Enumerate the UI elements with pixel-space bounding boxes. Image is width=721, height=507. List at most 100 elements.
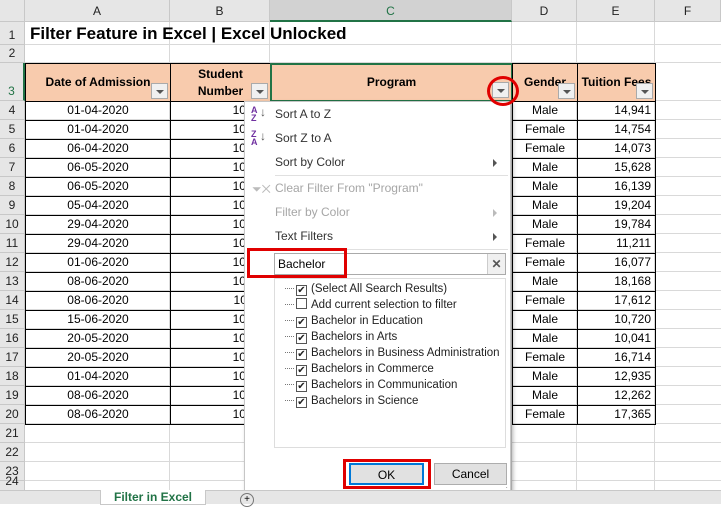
clear-search-icon[interactable]: ✕: [487, 254, 505, 274]
row-header-9[interactable]: 9: [0, 196, 25, 215]
row-header-2[interactable]: 2: [0, 45, 25, 63]
filter-item-label: (Select All Search Results): [311, 283, 448, 295]
cancel-button[interactable]: Cancel: [434, 463, 507, 485]
row-header-14[interactable]: 14: [0, 291, 25, 310]
sort-z-to-a[interactable]: Sort Z to A: [275, 127, 505, 149]
row-header-21[interactable]: 21: [0, 424, 25, 443]
table-cell: Male: [512, 310, 578, 330]
table-cell: 01-06-2020: [25, 253, 171, 273]
filter-list-item[interactable]: Add current selection to filter: [285, 297, 457, 313]
select-all-corner[interactable]: [0, 0, 25, 22]
row-header-11[interactable]: 11: [0, 234, 25, 253]
clear-filter[interactable]: Clear Filter From "Program": [275, 177, 505, 199]
table-cell: Male: [512, 272, 578, 292]
row-header-20[interactable]: 20: [0, 405, 25, 424]
table-cell: 29-04-2020: [25, 215, 171, 235]
table-cell: 06-04-2020: [25, 139, 171, 159]
row-header-13[interactable]: 13: [0, 272, 25, 291]
filter-item-label: Bachelor in Education: [311, 315, 423, 327]
table-cell: 20-05-2020: [25, 348, 171, 368]
row-header-15[interactable]: 15: [0, 310, 25, 329]
text-filters-label: Text Filters: [275, 229, 334, 243]
sheet-tab-bar: Filter in Excel +: [0, 490, 721, 507]
column-header-F[interactable]: F: [655, 0, 721, 22]
filter-list-item[interactable]: ✔ Bachelors in Arts: [285, 329, 397, 345]
row-header-19[interactable]: 19: [0, 386, 25, 405]
table-cell: 01-04-2020: [25, 367, 171, 387]
filter-dropdown-button[interactable]: [251, 83, 268, 99]
row-header-7[interactable]: 7: [0, 158, 25, 177]
filter-item-label: Bachelors in Commerce: [311, 363, 434, 375]
column-header-C[interactable]: C: [270, 0, 512, 22]
row-header-3[interactable]: 3: [0, 63, 25, 101]
table-cell: 15,628: [577, 158, 656, 178]
checkbox-checked-icon[interactable]: ✔: [296, 333, 307, 344]
header-cell: Gender: [512, 63, 578, 102]
filter-values-list[interactable]: ✔ (Select All Search Results) Add current …: [274, 278, 506, 448]
tree-connector: [285, 320, 294, 322]
checkbox-checked-icon[interactable]: ✔: [296, 349, 307, 360]
table-cell: 16,139: [577, 177, 656, 197]
tree-connector: [285, 352, 294, 354]
filter-dropdown-button[interactable]: [558, 83, 575, 99]
row-header-1[interactable]: 1: [0, 22, 25, 45]
checkbox-checked-icon[interactable]: ✔: [296, 381, 307, 392]
row-header-12[interactable]: 12: [0, 253, 25, 272]
row-header-8[interactable]: 8: [0, 177, 25, 196]
checkbox-checked-icon[interactable]: ✔: [296, 397, 307, 408]
table-cell: 29-04-2020: [25, 234, 171, 254]
table-cell: 06-05-2020: [25, 177, 171, 197]
column-header-B[interactable]: B: [170, 0, 270, 22]
checkbox-checked-icon[interactable]: ✔: [296, 317, 307, 328]
row-header-4[interactable]: 4: [0, 101, 25, 120]
sort-by-color[interactable]: Sort by Color: [275, 151, 505, 173]
filter-list-item[interactable]: ✔ Bachelors in Communication: [285, 377, 457, 393]
checkbox-unchecked-icon[interactable]: [296, 298, 307, 309]
column-header-D[interactable]: D: [512, 0, 577, 22]
sheet-title: Filter Feature in Excel | Excel Unlocked: [30, 24, 347, 43]
filter-button-highlight: [487, 76, 519, 106]
row-header-17[interactable]: 17: [0, 348, 25, 367]
table-cell: Male: [512, 158, 578, 178]
separator: [275, 175, 508, 176]
column-header-E[interactable]: E: [577, 0, 655, 22]
row-header-6[interactable]: 6: [0, 139, 25, 158]
checkbox-checked-icon[interactable]: ✔: [296, 365, 307, 376]
checkbox-checked-icon[interactable]: ✔: [296, 285, 307, 296]
row-header-10[interactable]: 10: [0, 215, 25, 234]
table-cell: 15-06-2020: [25, 310, 171, 330]
table-cell: Male: [512, 101, 578, 121]
table-cell: 14,754: [577, 120, 656, 140]
table-cell: 12,262: [577, 386, 656, 406]
filter-list-item[interactable]: ✔ Bachelors in Commerce: [285, 361, 434, 377]
tree-connector: [285, 336, 294, 338]
filter-list-item[interactable]: ✔ Bachelor in Education: [285, 313, 423, 329]
column-header-A[interactable]: A: [25, 0, 170, 22]
row-header-5[interactable]: 5: [0, 120, 25, 139]
table-cell: 14,073: [577, 139, 656, 159]
table-cell: 19,204: [577, 196, 656, 216]
sheet-tab[interactable]: Filter in Excel: [100, 490, 206, 505]
add-sheet-icon[interactable]: +: [240, 493, 254, 507]
row-header-16[interactable]: 16: [0, 329, 25, 348]
filter-item-label: Bachelors in Business Administration: [311, 347, 500, 359]
table-cell: Female: [512, 405, 578, 425]
ok-highlight: [343, 459, 431, 489]
header-label: Date of Admission: [45, 75, 151, 89]
filter-list-item[interactable]: ✔ Bachelors in Business Administration: [285, 345, 500, 361]
tree-connector: [285, 384, 294, 386]
sort-az-icon: A Z ↓: [251, 105, 266, 123]
submenu-arrow-icon: [493, 159, 497, 167]
filter-dropdown-button[interactable]: [636, 83, 653, 99]
sort-a-to-z[interactable]: Sort A to Z: [275, 103, 505, 125]
filter-list-item[interactable]: ✔ Bachelors in Science: [285, 393, 418, 409]
table-cell: Male: [512, 177, 578, 197]
filter-dropdown-button[interactable]: [151, 83, 168, 99]
filter-by-color[interactable]: Filter by Color: [275, 201, 505, 223]
text-filters[interactable]: Text Filters: [275, 225, 505, 247]
table-cell: 08-06-2020: [25, 405, 171, 425]
row-header-22[interactable]: 22: [0, 443, 25, 462]
tree-connector: [285, 288, 294, 290]
row-header-18[interactable]: 18: [0, 367, 25, 386]
filter-list-item[interactable]: ✔ (Select All Search Results): [285, 281, 447, 297]
